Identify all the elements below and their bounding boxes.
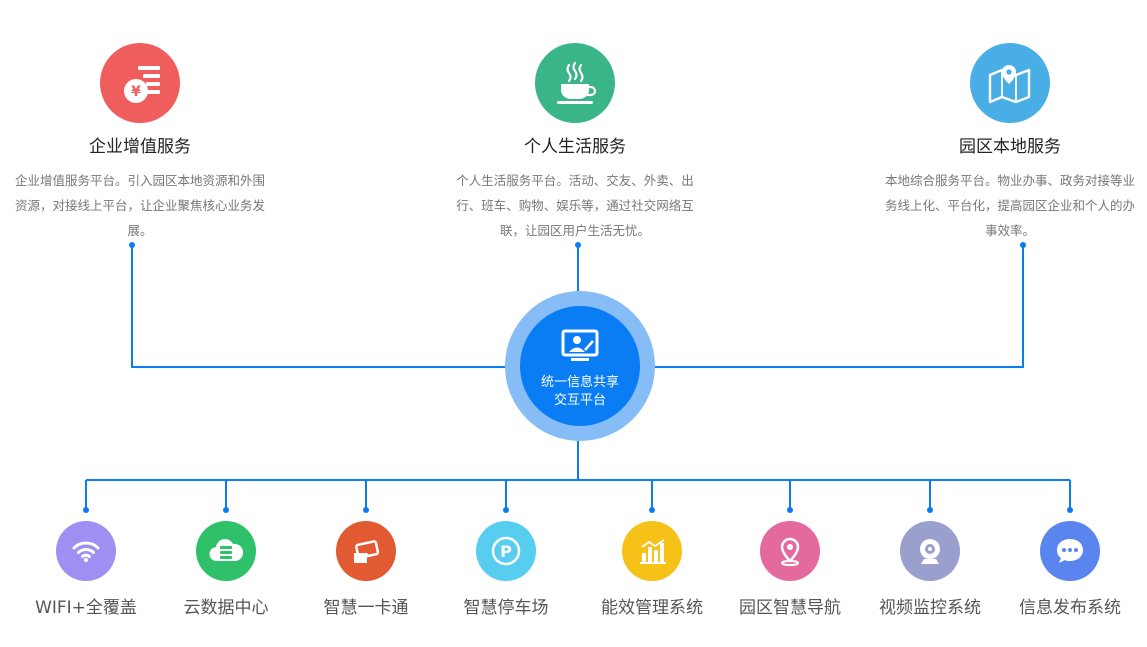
- connector-dot: [363, 507, 369, 513]
- service-local: 园区本地服务 本地综合服务平台。物业办事、政务对接等业务线上化、平台化，提高园区…: [875, 43, 1145, 243]
- map-pin-icon: [970, 43, 1050, 123]
- system-label: 信息发布系统: [1019, 598, 1121, 618]
- chat-bubble-icon: [1040, 521, 1100, 581]
- system-cloud-data: 云数据中心: [161, 521, 291, 619]
- hub-core: 统一信息共享 交互平台: [520, 306, 640, 426]
- system-energy: 能效管理系统: [587, 521, 717, 619]
- parking-icon: P: [476, 521, 536, 581]
- connector-dot: [787, 507, 793, 513]
- system-label: 园区智慧导航: [739, 598, 841, 618]
- service-description: 本地综合服务平台。物业办事、政务对接等业务线上化、平台化，提高园区企业和个人的办…: [884, 173, 1135, 238]
- location-pin-icon: [760, 521, 820, 581]
- line-left-service: [131, 245, 506, 368]
- service-enterprise: ¥ 企业增值服务 企业增值服务平台。引入园区本地资源和外围资源，对接线上平台，让…: [5, 43, 275, 243]
- system-parking: P 智慧停车场: [441, 521, 571, 619]
- svg-text:¥: ¥: [131, 84, 141, 100]
- monitor-person-icon: [520, 328, 640, 368]
- wifi-icon: [56, 521, 116, 581]
- system-wifi: WIFI+全覆盖: [21, 521, 151, 619]
- system-smart-card: 智慧一卡通: [301, 521, 431, 619]
- connector-dot: [83, 507, 89, 513]
- coffee-cup-icon: [535, 43, 615, 123]
- cloud-server-icon: [196, 521, 256, 581]
- system-label: WIFI+全覆盖: [35, 598, 137, 618]
- hub-platform: 统一信息共享 交互平台: [505, 291, 655, 441]
- system-label: 智慧一卡通: [323, 598, 409, 618]
- system-label: 智慧停车场: [463, 598, 549, 618]
- yen-list-icon: ¥: [100, 43, 180, 123]
- webcam-icon: [900, 521, 960, 581]
- card-icon: [336, 521, 396, 581]
- connector-dot: [927, 507, 933, 513]
- connector-dot: [1067, 507, 1073, 513]
- line-right-service: [654, 245, 1024, 368]
- hub-label-line1: 统一信息共享: [540, 375, 619, 390]
- system-label: 视频监控系统: [879, 598, 981, 618]
- connector-dot: [503, 507, 509, 513]
- service-description: 个人生活服务平台。活动、交友、外卖、出行、班车、购物、娱乐等，通过社交网络互联，…: [456, 173, 694, 238]
- service-description: 企业增值服务平台。引入园区本地资源和外围资源，对接线上平台，让企业聚焦核心业务发…: [14, 173, 265, 238]
- service-title: 园区本地服务: [959, 137, 1061, 157]
- system-video: 视频监控系统: [865, 521, 995, 619]
- system-label: 能效管理系统: [601, 598, 703, 618]
- service-personal: 个人生活服务 个人生活服务平台。活动、交友、外卖、出行、班车、购物、娱乐等，通过…: [440, 43, 710, 243]
- bar-chart-icon: [622, 521, 682, 581]
- connector-dot: [649, 507, 655, 513]
- connector-dot: [223, 507, 229, 513]
- system-navigation: 园区智慧导航: [725, 521, 855, 619]
- service-title: 个人生活服务: [524, 137, 626, 157]
- hub-label-line2: 交互平台: [553, 393, 606, 408]
- system-label: 云数据中心: [183, 598, 269, 618]
- service-title: 企业增值服务: [89, 137, 191, 157]
- system-info-release: 信息发布系统: [1005, 521, 1135, 619]
- svg-text:P: P: [500, 542, 512, 561]
